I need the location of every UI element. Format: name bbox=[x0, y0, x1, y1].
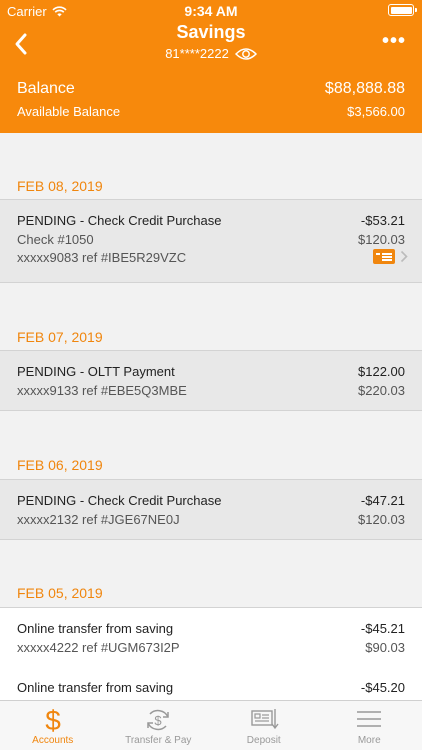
tab-bar: $ Accounts $ Transfer & Pay Deposit More bbox=[0, 700, 422, 750]
page-title: Savings bbox=[176, 22, 246, 42]
tab-label: Deposit bbox=[246, 735, 281, 746]
deposit-check-icon bbox=[251, 709, 279, 730]
available-balance-label: Available Balance bbox=[17, 104, 121, 119]
transaction-description: Online transfer from saving bbox=[17, 621, 174, 636]
running-balance: $120.03 bbox=[358, 512, 405, 527]
transaction-check-number: Check #1050 bbox=[17, 232, 94, 247]
tab-label: Accounts bbox=[32, 735, 74, 746]
more-options-icon[interactable]: ••• bbox=[382, 31, 406, 51]
status-bar: Carrier 9:34 AM bbox=[0, 0, 422, 22]
running-balance: $220.03 bbox=[358, 383, 405, 398]
transfer-icon: $ bbox=[147, 709, 169, 731]
tab-accounts[interactable]: $ Accounts bbox=[0, 701, 106, 750]
transaction-amount: -$53.21 bbox=[360, 213, 405, 228]
transaction-reference: xxxxx9083 ref #IBE5R29VZC bbox=[17, 250, 187, 265]
transaction-amount: -$45.20 bbox=[360, 680, 405, 695]
battery-icon bbox=[388, 4, 417, 16]
transaction-reference: xxxxx2132 ref #JGE67NE0J bbox=[17, 512, 180, 527]
dollar-icon: $ bbox=[45, 705, 61, 735]
account-number-row: 81****2222 bbox=[0, 46, 422, 61]
transaction-description: PENDING - Check Credit Purchase bbox=[17, 213, 222, 228]
transaction-description: PENDING - Check Credit Purchase bbox=[17, 493, 222, 508]
transaction-amount: $122.00 bbox=[358, 364, 405, 379]
transaction-reference: xxxxx9133 ref #EBE5Q3MBE bbox=[17, 383, 187, 398]
transaction-description: PENDING - OLTT Payment bbox=[17, 364, 175, 379]
menu-icon bbox=[357, 711, 382, 727]
transaction-amount: -$45.21 bbox=[360, 621, 405, 636]
date-header: FEB 07, 2019 bbox=[17, 329, 103, 345]
transaction-description: Online transfer from saving bbox=[17, 680, 174, 695]
date-header: FEB 06, 2019 bbox=[17, 457, 103, 473]
transaction-row[interactable]: PENDING - OLTT Payment xxxxx9133 ref #EB… bbox=[0, 350, 422, 411]
account-number: 81****2222 bbox=[165, 46, 229, 61]
account-header: Carrier 9:34 AM Savings 81****2222 ••• B… bbox=[0, 0, 422, 133]
transaction-amount: -$47.21 bbox=[360, 493, 405, 508]
check-image-icon bbox=[373, 249, 395, 264]
eye-icon[interactable] bbox=[234, 47, 257, 61]
svg-text:$: $ bbox=[45, 705, 61, 735]
balance-value: $88,888.88 bbox=[324, 80, 405, 97]
chevron-right-icon bbox=[400, 250, 408, 263]
running-balance: $120.03 bbox=[358, 232, 405, 247]
tab-transfer-pay[interactable]: $ Transfer & Pay bbox=[106, 701, 212, 750]
date-header: FEB 05, 2019 bbox=[17, 585, 103, 601]
balance-label: Balance bbox=[17, 80, 75, 97]
transaction-row[interactable]: Online transfer from saving xxxxx4222 re… bbox=[0, 607, 422, 668]
transaction-list[interactable]: FEB 08, 2019 PENDING - Check Credit Purc… bbox=[0, 133, 422, 700]
check-image-link[interactable] bbox=[373, 249, 408, 264]
available-balance-value: $3,566.00 bbox=[347, 104, 405, 119]
svg-text:$: $ bbox=[155, 713, 163, 728]
date-header: FEB 08, 2019 bbox=[17, 178, 103, 194]
transaction-reference: xxxxx4222 ref #UGM673I2P bbox=[17, 640, 180, 655]
running-balance: $90.03 bbox=[365, 640, 405, 655]
tab-label: More bbox=[357, 735, 381, 746]
transaction-row[interactable]: PENDING - Check Credit Purchase xxxxx213… bbox=[0, 479, 422, 540]
clock: 9:34 AM bbox=[184, 3, 238, 19]
tab-more[interactable]: More bbox=[317, 701, 422, 750]
tab-label: Transfer & Pay bbox=[125, 735, 192, 746]
tab-deposit[interactable]: Deposit bbox=[211, 701, 317, 750]
transaction-row[interactable]: Online transfer from saving -$45.20 bbox=[0, 667, 422, 700]
transaction-row[interactable]: PENDING - Check Credit Purchase Check #1… bbox=[0, 199, 422, 283]
